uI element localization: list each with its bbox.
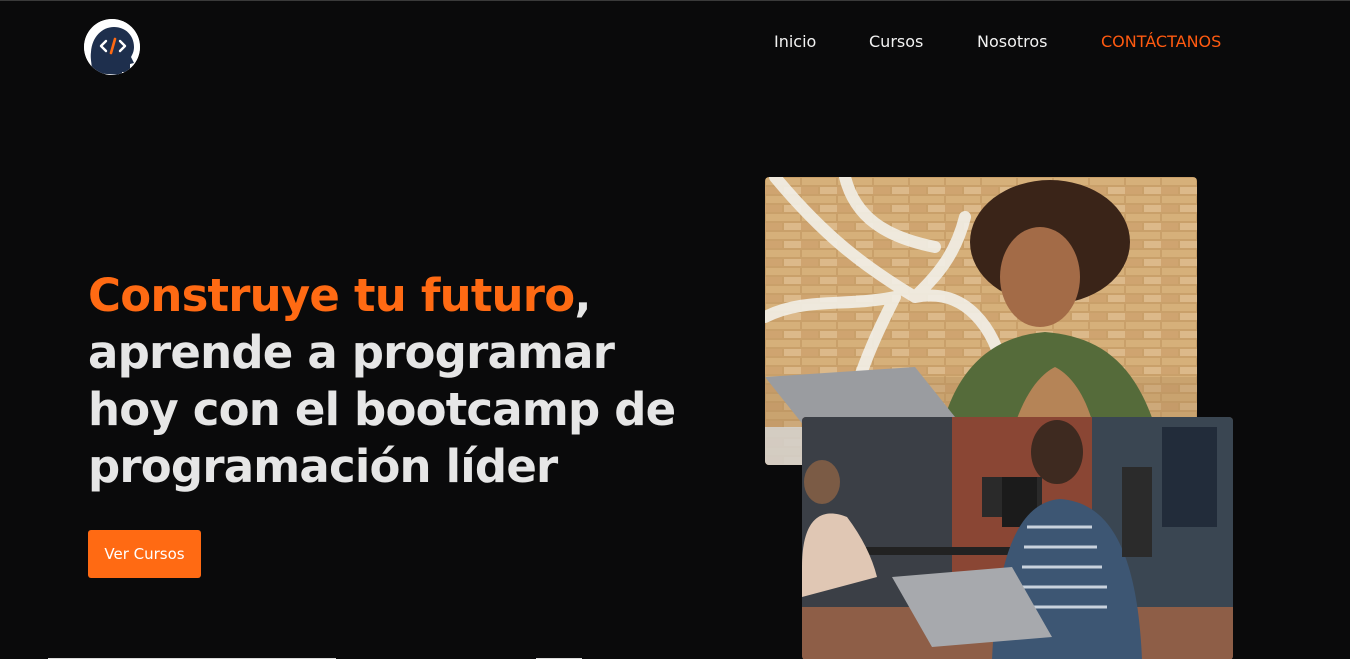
nav-link-cursos[interactable]: Cursos bbox=[869, 32, 923, 51]
hero-headline: Construye tu futuro, aprende a programar … bbox=[88, 267, 708, 495]
nav-link-contactanos[interactable]: CONTÁCTANOS bbox=[1101, 32, 1221, 51]
nav-link-nosotros[interactable]: Nosotros bbox=[977, 32, 1048, 51]
headline-accent: Construye tu futuro bbox=[88, 269, 575, 322]
headline-rest: aprende a programar hoy con el bootcamp … bbox=[88, 326, 676, 493]
ver-cursos-button[interactable]: Ver Cursos bbox=[88, 530, 201, 578]
headline-comma: , bbox=[574, 269, 591, 322]
landing-page: Inicio Cursos Nosotros CONTÁCTANOS Const… bbox=[0, 0, 1350, 659]
nav-link-inicio[interactable]: Inicio bbox=[774, 32, 816, 51]
man-with-laptop-office-photo bbox=[802, 417, 1233, 659]
logo-icon[interactable] bbox=[84, 19, 140, 75]
